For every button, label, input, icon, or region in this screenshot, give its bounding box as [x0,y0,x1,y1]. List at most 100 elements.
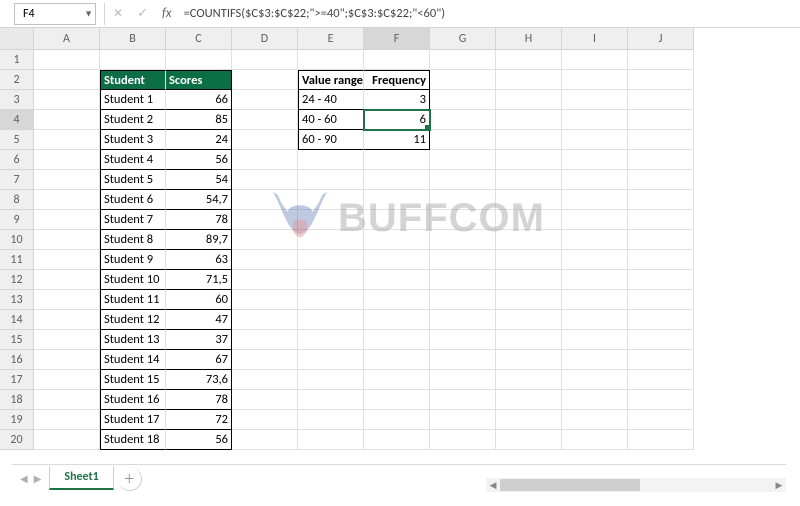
add-sheet-button[interactable]: ＋ [118,467,142,491]
cell[interactable] [232,410,298,430]
scroll-right-icon[interactable]: ▶ [772,478,786,492]
cell[interactable] [430,270,496,290]
table-header-student[interactable]: Student [100,70,166,90]
row-header[interactable]: 5 [0,130,34,150]
row-header[interactable]: 7 [0,170,34,190]
cell[interactable] [496,370,562,390]
cell[interactable] [232,330,298,350]
row-header[interactable]: 19 [0,410,34,430]
row-header[interactable]: 17 [0,370,34,390]
cell[interactable] [34,270,100,290]
cell[interactable] [562,430,628,450]
row-header[interactable]: 1 [0,50,34,70]
cell[interactable] [562,70,628,90]
cell[interactable] [628,310,694,330]
cell-frequency[interactable]: 11 [364,130,430,150]
cell-student[interactable]: Student 16 [100,390,166,410]
cell[interactable] [34,130,100,150]
cell[interactable] [298,170,364,190]
cell[interactable] [562,390,628,410]
cell[interactable] [298,270,364,290]
cell-score[interactable]: 56 [166,430,232,450]
cell[interactable] [562,90,628,110]
tab-prev-icon[interactable]: ◀ [20,472,28,485]
sheet-tab[interactable]: Sheet1 [49,466,113,490]
spreadsheet-grid[interactable]: A B C D E F G H I J 12StudentScoresValue… [0,28,800,450]
cell[interactable] [232,190,298,210]
cell[interactable] [496,210,562,230]
cell-student[interactable]: Student 4 [100,150,166,170]
cell[interactable] [628,150,694,170]
cell[interactable] [232,430,298,450]
col-header[interactable]: D [232,28,298,50]
col-header[interactable]: E [298,28,364,50]
cell-score[interactable]: 71,5 [166,270,232,290]
cell[interactable] [364,410,430,430]
cell[interactable] [364,150,430,170]
cell-student[interactable]: Student 5 [100,170,166,190]
col-header[interactable]: B [100,28,166,50]
cell[interactable] [232,70,298,90]
cell[interactable] [298,210,364,230]
cell[interactable] [298,350,364,370]
col-header[interactable]: C [166,28,232,50]
cell[interactable] [430,90,496,110]
cell[interactable] [364,370,430,390]
cell[interactable] [562,310,628,330]
cell[interactable] [628,410,694,430]
cell[interactable] [298,430,364,450]
cell-score[interactable]: 54,7 [166,190,232,210]
cell[interactable] [562,210,628,230]
table-header-range[interactable]: Value range [298,70,364,90]
cell[interactable] [562,230,628,250]
chevron-down-icon[interactable]: ▼ [84,8,93,19]
cell-score[interactable]: 24 [166,130,232,150]
cell[interactable] [232,50,298,70]
cell[interactable] [496,270,562,290]
cell[interactable] [628,430,694,450]
cell[interactable] [562,410,628,430]
cell[interactable] [430,330,496,350]
cell[interactable] [100,50,166,70]
cell[interactable] [232,390,298,410]
scroll-left-icon[interactable]: ◀ [486,478,500,492]
cell[interactable] [496,190,562,210]
cell[interactable] [232,250,298,270]
cell-student[interactable]: Student 9 [100,250,166,270]
cell[interactable] [628,170,694,190]
cell[interactable] [430,250,496,270]
cell-score[interactable]: 67 [166,350,232,370]
cell[interactable] [232,350,298,370]
cell-student[interactable]: Student 3 [100,130,166,150]
col-header[interactable]: F [364,28,430,50]
cell[interactable] [430,290,496,310]
cell[interactable] [298,330,364,350]
cell[interactable] [496,110,562,130]
cell[interactable] [298,290,364,310]
cell[interactable] [496,350,562,370]
row-header[interactable]: 14 [0,310,34,330]
row-header[interactable]: 16 [0,350,34,370]
cell[interactable] [562,190,628,210]
cell-score[interactable]: 47 [166,310,232,330]
cell[interactable] [628,230,694,250]
cell-score[interactable]: 63 [166,250,232,270]
cell[interactable] [34,170,100,190]
cell[interactable] [364,430,430,450]
cell-student[interactable]: Student 18 [100,430,166,450]
cell[interactable] [430,210,496,230]
cell-score[interactable]: 54 [166,170,232,190]
cell[interactable] [430,370,496,390]
cancel-icon[interactable]: ✕ [113,6,123,21]
cell[interactable] [232,370,298,390]
cell[interactable] [34,150,100,170]
cell-range[interactable]: 60 - 90 [298,130,364,150]
cell[interactable] [628,290,694,310]
cell[interactable] [34,430,100,450]
cell-frequency[interactable]: 3 [364,90,430,110]
cell[interactable] [430,50,496,70]
cell[interactable] [628,190,694,210]
cell[interactable] [298,310,364,330]
cell[interactable] [298,390,364,410]
cell[interactable] [34,190,100,210]
